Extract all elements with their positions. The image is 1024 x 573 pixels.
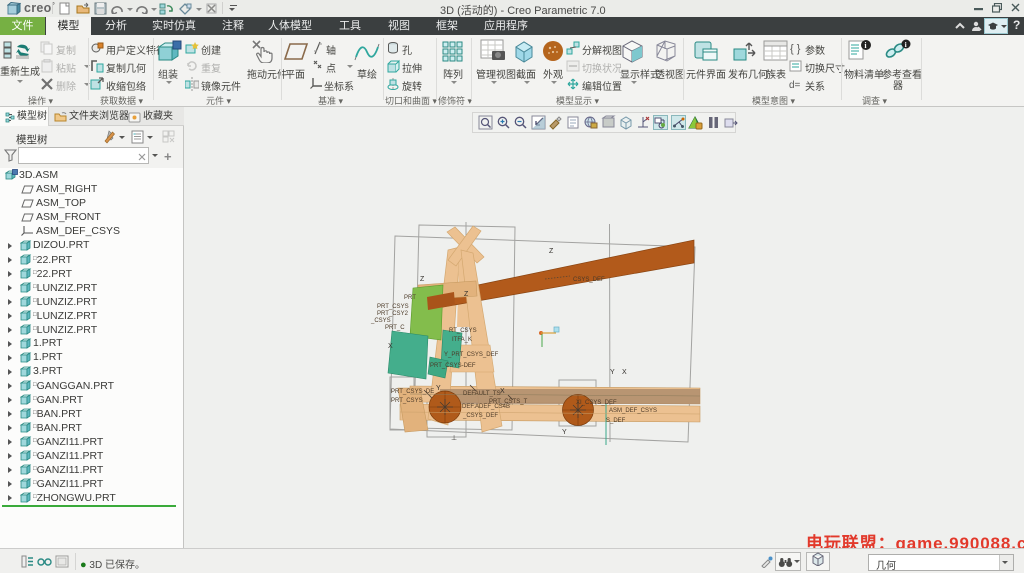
svg-text:_CSYS_DEF: _CSYS_DEF bbox=[462, 413, 498, 419]
svg-text:Z: Z bbox=[420, 276, 425, 283]
svg-text:_CSYS: _CSYS bbox=[370, 318, 391, 324]
svg-text:CSYS_DEF: CSYS_DEF bbox=[573, 277, 605, 283]
svg-text:ASM_DEF_CSYS: ASM_DEF_CSYS bbox=[609, 408, 657, 414]
svg-text:Y_PRT_CSYS_DEF: Y_PRT_CSYS_DEF bbox=[444, 352, 499, 358]
svg-text:PRT_CSYS: PRT_CSYS bbox=[391, 398, 423, 404]
svg-text:⊥: ⊥ bbox=[451, 435, 457, 442]
svg-text:RT_CSYS: RT_CSYS bbox=[449, 328, 477, 334]
svg-text:DEFAULT_TS: DEFAULT_TS bbox=[463, 391, 501, 397]
svg-text:PRT_C: PRT_C bbox=[385, 325, 405, 331]
svg-text:PRT_CSYS_DE: PRT_CSYS_DE bbox=[391, 389, 434, 395]
svg-text:i: i bbox=[905, 40, 907, 49]
svg-text:X: X bbox=[500, 388, 505, 395]
svg-text:d=: d= bbox=[789, 80, 801, 91]
svg-text:Z: Z bbox=[464, 291, 469, 298]
svg-text:PRT_CSTS_T: PRT_CSTS_T bbox=[489, 399, 528, 405]
svg-text:PRT: PRT bbox=[404, 295, 416, 301]
svg-text:Z: Z bbox=[549, 248, 554, 255]
svg-text:PRT_CSYS-DEF: PRT_CSYS-DEF bbox=[430, 363, 476, 369]
svg-text:X: X bbox=[388, 343, 393, 350]
svg-text:Y: Y bbox=[436, 385, 441, 392]
svg-text:PRT_CSY2: PRT_CSY2 bbox=[377, 311, 409, 317]
svg-text:PRT_CSYS: PRT_CSYS bbox=[377, 304, 409, 310]
svg-text:X: X bbox=[622, 369, 627, 376]
svg-text:{ }: { } bbox=[790, 43, 801, 55]
svg-text:Y: Y bbox=[610, 369, 615, 376]
svg-text:S_DEF: S_DEF bbox=[606, 418, 626, 424]
svg-text:XI_CSYS_DEF: XI_CSYS_DEF bbox=[576, 400, 617, 406]
svg-text:Y: Y bbox=[562, 429, 567, 436]
svg-text:ITFA_K: ITFA_K bbox=[452, 337, 472, 343]
